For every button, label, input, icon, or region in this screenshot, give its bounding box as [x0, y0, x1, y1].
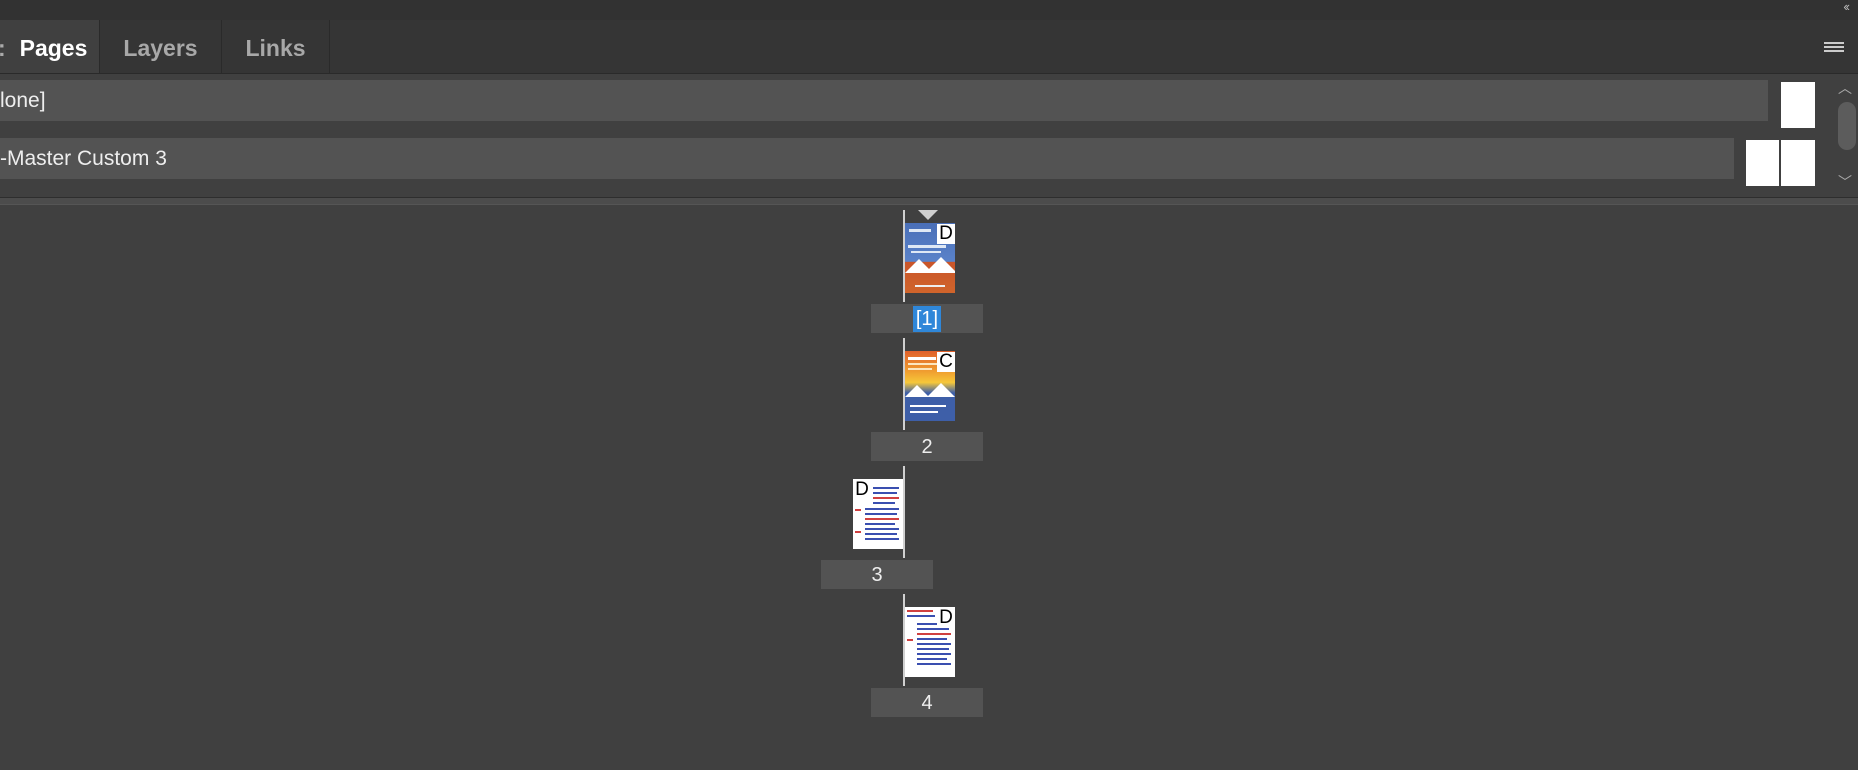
panel-menu-icon[interactable]: [1824, 42, 1844, 54]
page-2-thumbnail[interactable]: C: [905, 351, 955, 421]
tab-pages-label: Pages: [19, 35, 88, 61]
master-none-thumbnail[interactable]: [1781, 82, 1815, 128]
master-letter-badge: D: [937, 224, 955, 244]
page-1-thumbnail[interactable]: D: [905, 223, 955, 293]
page-2-number: 2: [921, 436, 933, 458]
tab-layers[interactable]: Layers: [100, 20, 222, 73]
tab-links-label: Links: [245, 35, 306, 61]
masters-scrollbar[interactable]: ︿ ﹀: [1832, 76, 1858, 192]
scroll-down-icon[interactable]: ﹀: [1838, 172, 1852, 192]
page-3-thumbnail[interactable]: D: [853, 479, 903, 549]
page-number-label[interactable]: 3: [821, 560, 933, 589]
panel-tab-bar: : Pages Layers Links: [0, 20, 1858, 74]
collapse-panel-icon[interactable]: ‹‹: [1843, 0, 1850, 14]
page-3-number: 3: [871, 564, 883, 586]
tab-links[interactable]: Links: [222, 20, 330, 73]
page-4-thumbnail[interactable]: D: [905, 607, 955, 677]
panel-top-bar: ‹‹: [0, 0, 1858, 20]
master-letter-badge: C: [937, 352, 955, 372]
master-item-label: -Master Custom 3: [0, 147, 167, 170]
master-spread-right-thumbnail[interactable]: [1781, 140, 1815, 186]
master-letter-badge: D: [937, 608, 955, 628]
tab-layers-label: Layers: [123, 35, 198, 61]
spread-spine: [903, 466, 905, 558]
scrollbar-thumb[interactable]: [1838, 102, 1856, 150]
master-spread-left-thumbnail[interactable]: [1746, 140, 1779, 186]
page-number-label[interactable]: 2: [871, 432, 983, 461]
tab-pages[interactable]: : Pages: [0, 20, 100, 73]
section-divider[interactable]: [0, 197, 1858, 205]
page-number-label[interactable]: 4: [871, 688, 983, 717]
master-letter-badge: D: [853, 480, 871, 500]
page-4-number: 4: [921, 692, 933, 714]
tab-grip-icon: :: [0, 20, 6, 76]
masters-section: lone] -Master Custom 3: [0, 74, 1858, 196]
master-item-label: lone]: [0, 89, 46, 112]
master-item-d-master[interactable]: -Master Custom 3: [0, 138, 1734, 179]
page-number-label[interactable]: [1]: [871, 304, 983, 333]
scroll-up-icon[interactable]: ︿: [1838, 78, 1852, 98]
master-item-none[interactable]: lone]: [0, 80, 1768, 121]
insert-position-arrow-icon: [918, 210, 938, 220]
page-1-number: [1]: [912, 306, 942, 332]
